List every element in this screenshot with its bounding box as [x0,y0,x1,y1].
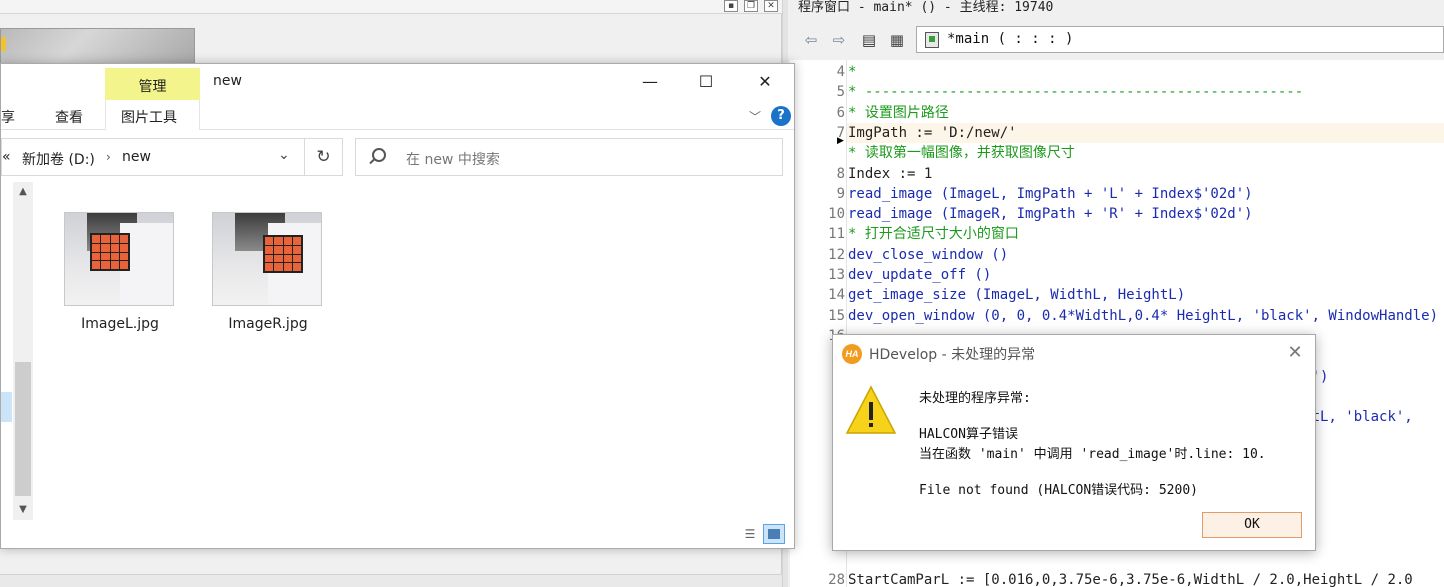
error-detail: File not found (HALCON错误代码: 5200) [919,483,1198,498]
code-line[interactable]: get_image_size (ImageL, WidthL, HeightL) [848,285,1185,305]
editor-toolbar: ⇦ ⇨ ▤ ▦ *main ( : : : ) [790,24,1444,56]
file-name: ImageL.jpg [81,316,159,332]
file-list-pane: ▲ ▼ ImageL.jpg ImageR.jpg [1,182,794,548]
refresh-icon[interactable]: ↻ [304,139,342,175]
line-number[interactable]: 8 [790,164,845,184]
ribbon-tabs: 享 查看 图片工具 [1,100,794,130]
code-line[interactable]: dev_close_window () [848,245,1008,265]
address-bar[interactable]: « 新加卷 (D:) › new ⌄ ↻ [1,138,343,176]
code-line[interactable]: read_image (ImageL, ImgPath + 'L' + Inde… [848,184,1253,204]
chevron-down-icon[interactable]: ⌄ [278,147,290,163]
tab-view[interactable]: 查看 [55,107,83,127]
procedure-icon [925,32,939,48]
graphics-window-controls: ▪ ❐ ✕ [724,0,778,12]
line-number[interactable]: 28 [790,570,845,587]
file-name: ImageR.jpg [228,316,308,332]
code-line[interactable]: * 打开合适尺寸大小的窗口 [848,224,1019,244]
line-number[interactable] [790,549,845,569]
line-number[interactable]: 5 [790,82,845,102]
scrollbar-thumb[interactable] [15,362,31,496]
file-explorer-window: 管理 new — ☐ ✕ 享 查看 图片工具 ﹀ ? « 新加卷 (D:) › … [0,63,795,549]
nav-scrollbar[interactable]: ▲ ▼ [13,182,33,520]
line-number[interactable]: 15 [790,306,845,326]
graphics-image-preview [0,28,195,64]
minimize-button[interactable]: — [621,64,679,100]
pin-icon[interactable]: ▪ [724,0,738,12]
breadcrumb-folder[interactable]: new [122,149,151,165]
breadcrumb-overflow[interactable]: « [2,149,11,165]
code-line[interactable]: * 读取第一幅图像，并获取图像尺寸 [848,143,1075,163]
tab-manage-label: 管理 [138,79,167,95]
program-counter-icon: ▶ [837,135,844,146]
error-dialog: HA HDevelop - 未处理的异常 ✕ 未处理的程序异常: HALCON算… [832,334,1316,551]
line-number[interactable]: 10 [790,204,845,224]
window-title: new [213,73,242,89]
tab-picture-tools[interactable]: 图片工具 [121,107,177,127]
grid-icon[interactable]: ▦ [886,30,908,50]
back-icon[interactable]: ⇦ [800,30,822,50]
graphics-window-titlebar: ▪ ❐ ✕ [0,0,782,14]
line-number[interactable] [790,143,845,163]
line-number[interactable]: 9 [790,184,845,204]
search-box[interactable]: 在 new 中搜索 [355,138,783,176]
nav-pane-selection [1,392,12,422]
warning-icon [845,385,897,434]
graphics-status-strip [0,574,782,587]
ribbon-expand-icon[interactable]: ﹀ [749,108,761,125]
breadcrumb-drive[interactable]: 新加卷 (D:) [22,149,95,169]
forward-icon[interactable]: ⇨ [828,30,850,50]
code-line[interactable]: dev_update_off () [848,265,991,285]
file-thumbnail [64,212,174,306]
code-line[interactable]: * 设置图片路径 [848,103,949,123]
ok-button[interactable]: OK [1202,512,1302,538]
explorer-titlebar: 管理 new — ☐ ✕ [1,64,794,100]
search-placeholder: 在 new 中搜索 [406,152,500,168]
chevron-right-icon: › [106,150,111,164]
close-button[interactable]: ✕ [736,64,794,100]
error-location: 当在函数 'main' 中调用 'read_image'时.line: 10. [919,447,1266,462]
scroll-down-icon[interactable]: ▼ [16,504,30,515]
line-number[interactable]: 14 [790,285,845,305]
tab-share[interactable]: 享 [1,107,15,127]
dialog-heading: 未处理的程序异常: [919,391,1031,406]
file-item[interactable]: ImageL.jpg [64,212,184,332]
tab-manage[interactable]: 管理 [105,68,200,100]
large-icons-view-icon[interactable] [763,524,785,544]
program-window-title: 程序窗口 - main* () - 主线程: 19740 [798,0,1054,15]
help-icon[interactable]: ? [771,106,791,126]
dialog-close-button[interactable]: ✕ [1283,341,1307,365]
code-line[interactable]: StartCamParL := [0.016,0,3.75e-6,3.75e-6… [848,570,1413,587]
hdevelop-logo-icon: HA [842,344,862,364]
scroll-up-icon[interactable]: ▲ [16,186,30,197]
procedure-name: *main ( : : : ) [947,31,1074,47]
close-icon[interactable]: ✕ [764,0,778,12]
clipboard-icon[interactable]: ▤ [858,30,880,50]
dialog-title: HDevelop - 未处理的异常 [869,347,1036,363]
line-number[interactable]: 6 [790,103,845,123]
code-line[interactable]: Index := 1 [848,164,932,184]
line-number[interactable]: 13 [790,265,845,285]
line-number[interactable]: 11 [790,224,845,244]
file-thumbnail [212,212,322,306]
line-number[interactable]: 4 [790,62,845,82]
procedure-selector[interactable]: *main ( : : : ) [916,26,1444,53]
code-line[interactable]: * --------------------------------------… [848,82,1303,102]
code-line[interactable]: * [848,62,856,82]
restore-icon[interactable]: ❐ [744,0,758,12]
error-name: HALCON算子错误 [919,427,1018,442]
code-line[interactable]: read_image (ImageR, ImgPath + 'R' + Inde… [848,204,1253,224]
code-line[interactable]: dev_open_window (0, 0, 0.4*WidthL,0.4* H… [848,306,1438,326]
code-line[interactable]: ImgPath := 'D:/new/' [848,123,1017,143]
maximize-button[interactable]: ☐ [677,64,735,100]
details-view-icon[interactable]: ☰ [739,524,761,544]
search-icon [372,148,386,162]
line-number[interactable]: 12 [790,245,845,265]
file-item[interactable]: ImageR.jpg [212,212,332,332]
